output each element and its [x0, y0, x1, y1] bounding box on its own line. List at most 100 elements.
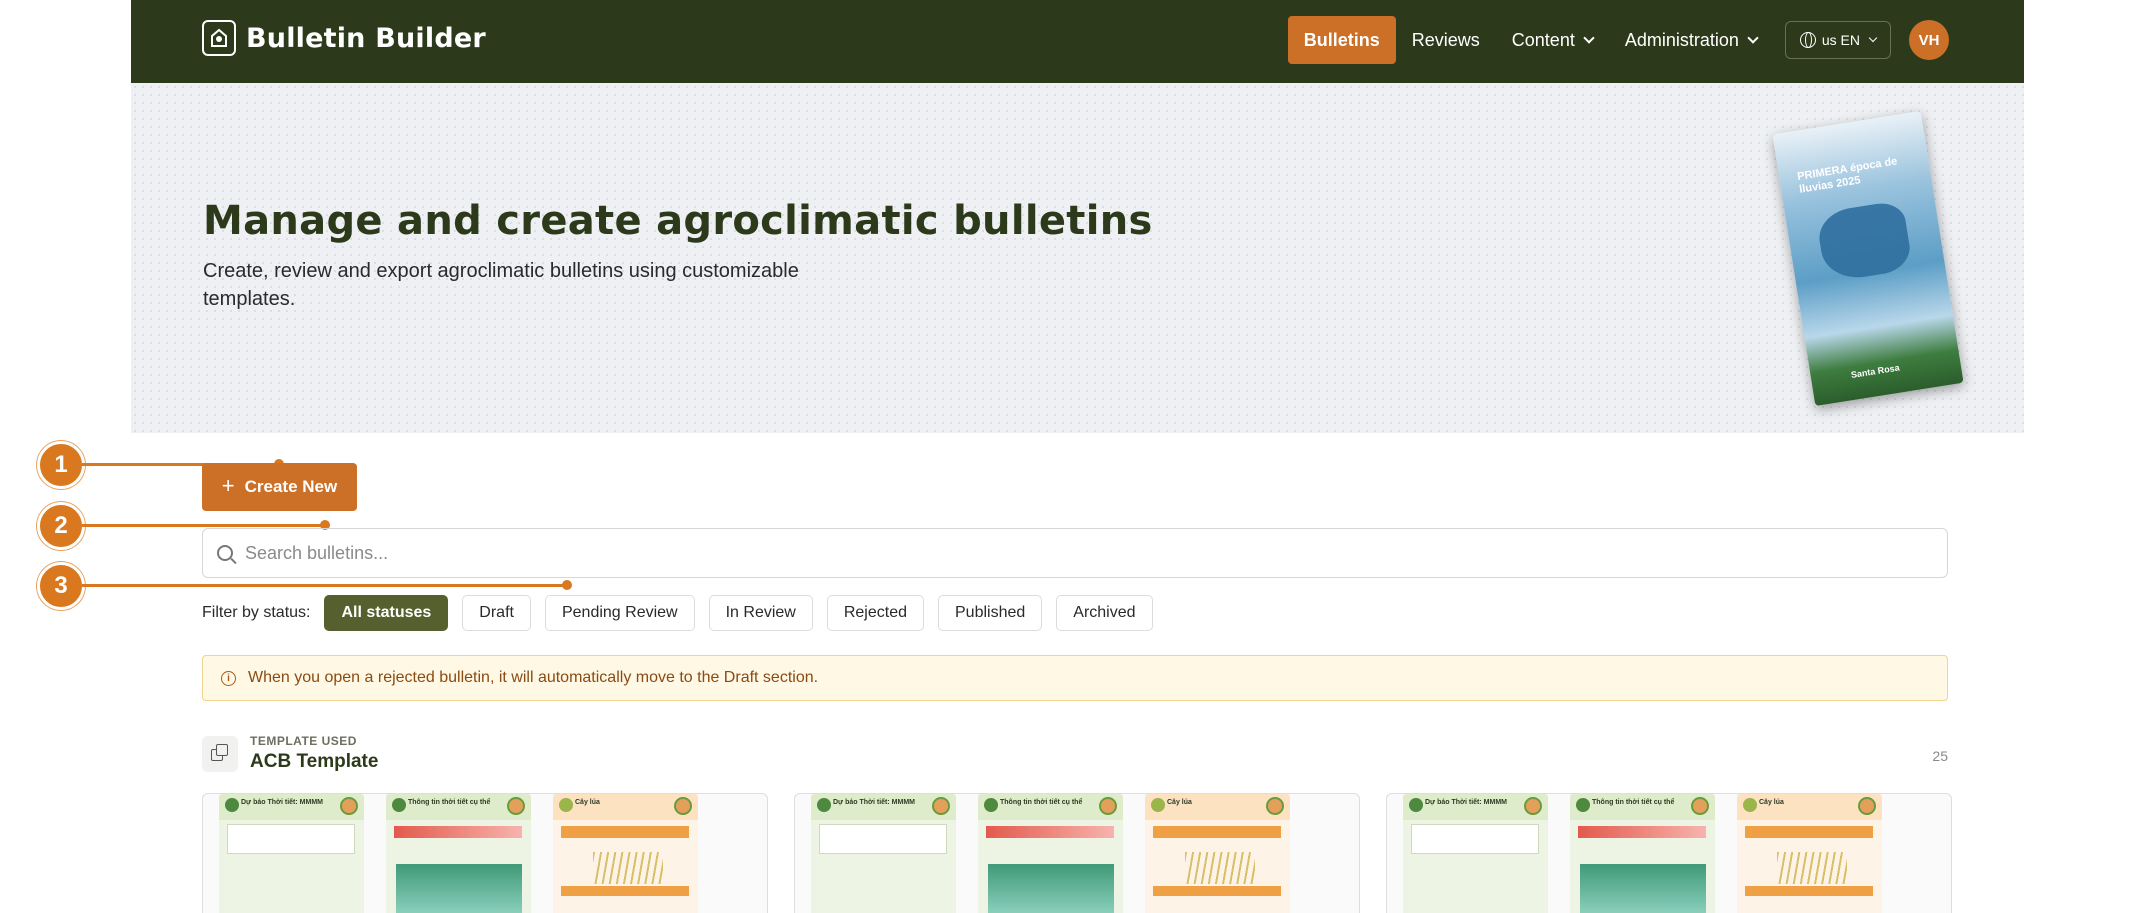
- nav-bulletins[interactable]: Bulletins: [1287, 16, 1396, 64]
- thumbnail-title: Thông tin thời tiết cụ thể: [1000, 799, 1083, 806]
- bulletin-card[interactable]: Dự báo Thời tiết: MMMM Thông tin thời ti…: [794, 793, 1360, 913]
- logo-badge-icon: [1858, 797, 1876, 815]
- thumbnail-box: [1411, 824, 1539, 854]
- thumbnail-section-bar: [1745, 886, 1873, 896]
- bulletin-page-thumbnail: Cây lúa: [1145, 794, 1290, 913]
- copy-icon: [202, 736, 238, 772]
- annotation-line-3: [82, 584, 568, 587]
- bulletin-page-thumbnail: Dự báo Thời tiết: MMMM: [1403, 794, 1548, 913]
- filter-published[interactable]: Published: [938, 595, 1043, 631]
- info-icon: i: [221, 670, 236, 686]
- thumbnail-title: Cây lúa: [575, 799, 600, 806]
- poster-footer: Santa Rosa: [1850, 362, 1901, 381]
- thumbnail-section-bar: [561, 826, 689, 838]
- top-navbar: Bulletin Builder Bulletins Reviews Conte…: [131, 0, 2024, 83]
- thumbnail-image: [988, 864, 1114, 913]
- rice-icon: [1151, 798, 1165, 812]
- logo-badge-icon: [1691, 797, 1709, 815]
- logo-badge-icon: [932, 797, 950, 815]
- annotation-marker-2: 2: [37, 502, 85, 550]
- thumbnail-title: Dự báo Thời tiết: MMMM: [1425, 799, 1507, 806]
- thumbnail-image: [396, 864, 522, 913]
- bulletin-card[interactable]: Dự báo Thời tiết: MMMM Thông tin thời ti…: [1386, 793, 1952, 913]
- search-input[interactable]: [245, 542, 1845, 564]
- filter-label: Filter by status:: [202, 604, 311, 621]
- hero-title: Manage and create agroclimatic bulletins: [203, 198, 1153, 244]
- filter-draft[interactable]: Draft: [462, 595, 531, 631]
- weather-icon: [984, 798, 998, 812]
- search-icon: [217, 545, 233, 561]
- search-bar: [202, 528, 1948, 578]
- template-count: 25: [1932, 748, 1948, 764]
- create-new-button[interactable]: + Create New: [202, 463, 357, 511]
- logo-badge-icon: [674, 797, 692, 815]
- nav-administration[interactable]: Administration: [1609, 16, 1773, 64]
- logo-badge-icon: [1099, 797, 1117, 815]
- thumbnail-section-bar: [1153, 826, 1281, 838]
- bulletin-page-thumbnail: Dự báo Thời tiết: MMMM: [219, 794, 364, 913]
- thumbnail-section-bar: [561, 886, 689, 896]
- bulletin-preview-poster: PRIMERA época de lluvias 2025 Santa Rosa: [1772, 110, 1964, 407]
- brand[interactable]: Bulletin Builder: [202, 20, 486, 56]
- hero-banner: Manage and create agroclimatic bulletins…: [131, 83, 2024, 433]
- filter-all-statuses[interactable]: All statuses: [324, 595, 449, 631]
- logo-badge-icon: [1524, 797, 1542, 815]
- user-avatar[interactable]: VH: [1909, 20, 1949, 60]
- thumbnail-image: [1777, 852, 1847, 884]
- bulletin-card-list: Dự báo Thời tiết: MMMM Thông tin thời ti…: [202, 793, 1952, 913]
- thumbnail-title: Dự báo Thời tiết: MMMM: [241, 799, 323, 806]
- template-name: ACB Template: [250, 751, 379, 772]
- nav-content[interactable]: Content: [1496, 16, 1609, 64]
- thumbnail-title: Cây lúa: [1759, 799, 1784, 806]
- annotation-marker-3: 3: [37, 562, 85, 610]
- nav-reviews[interactable]: Reviews: [1396, 16, 1496, 64]
- weather-icon: [1576, 798, 1590, 812]
- hero-subtitle: Create, review and export agroclimatic b…: [203, 260, 799, 310]
- thumbnail-image: [593, 852, 663, 884]
- annotation-marker-1: 1: [37, 441, 85, 489]
- thumbnail-title: Thông tin thời tiết cụ thể: [1592, 799, 1675, 806]
- thumbnail-title: Dự báo Thời tiết: MMMM: [833, 799, 915, 806]
- nav-administration-label: Administration: [1624, 29, 1739, 50]
- filter-archived[interactable]: Archived: [1056, 595, 1153, 631]
- bulletin-page-thumbnail: Thông tin thời tiết cụ thể: [386, 794, 531, 913]
- bulletin-page-thumbnail: Thông tin thời tiết cụ thể: [1570, 794, 1715, 913]
- chevron-down-icon: [1868, 33, 1878, 43]
- page: Bulletin Builder Bulletins Reviews Conte…: [0, 0, 2152, 913]
- main-nav: Bulletins Reviews Content Administration…: [1287, 16, 1949, 64]
- annotation-dot-3: [562, 580, 572, 590]
- poster-title: PRIMERA época de lluvias 2025: [1796, 155, 1899, 196]
- poster-map: [1815, 199, 1914, 283]
- filter-pending-review[interactable]: Pending Review: [544, 595, 695, 631]
- logo-badge-icon: [340, 797, 358, 815]
- chevron-down-icon: [1583, 32, 1595, 44]
- status-filters: Filter by status: All statuses Draft Pen…: [202, 594, 1153, 632]
- filter-rejected[interactable]: Rejected: [826, 595, 924, 631]
- thumbnail-section-bar: [1745, 826, 1873, 838]
- bulletin-logo-icon: [202, 20, 236, 56]
- bulletin-page-thumbnail: Dự báo Thời tiết: MMMM: [811, 794, 956, 913]
- thumbnail-image: [1185, 852, 1255, 884]
- create-new-label: Create New: [244, 477, 338, 496]
- bulletin-page-thumbnail: Cây lúa: [553, 794, 698, 913]
- thumbnail-alert-bar: [986, 826, 1114, 838]
- template-group-header: TEMPLATE USED ACB Template 25: [202, 734, 1948, 776]
- bulletin-page-thumbnail: Thông tin thời tiết cụ thể: [978, 794, 1123, 913]
- globe-icon: [1799, 32, 1816, 48]
- bulletin-card[interactable]: Dự báo Thời tiết: MMMM Thông tin thời ti…: [202, 793, 768, 913]
- weather-icon: [817, 798, 831, 812]
- weather-icon: [1409, 798, 1423, 812]
- weather-icon: [392, 798, 406, 812]
- template-kicker: TEMPLATE USED: [250, 734, 357, 748]
- chevron-down-icon: [1747, 32, 1759, 44]
- notice-text: When you open a rejected bulletin, it wi…: [248, 669, 819, 686]
- filter-in-review[interactable]: In Review: [708, 595, 813, 631]
- language-label: us EN: [1821, 32, 1860, 48]
- logo-badge-icon: [1266, 797, 1284, 815]
- plus-icon: +: [221, 473, 235, 498]
- nav-content-label: Content: [1511, 29, 1575, 50]
- thumbnail-box: [227, 824, 355, 854]
- thumbnail-alert-bar: [1578, 826, 1706, 838]
- language-selector[interactable]: us EN: [1784, 21, 1891, 59]
- thumbnail-section-bar: [1153, 886, 1281, 896]
